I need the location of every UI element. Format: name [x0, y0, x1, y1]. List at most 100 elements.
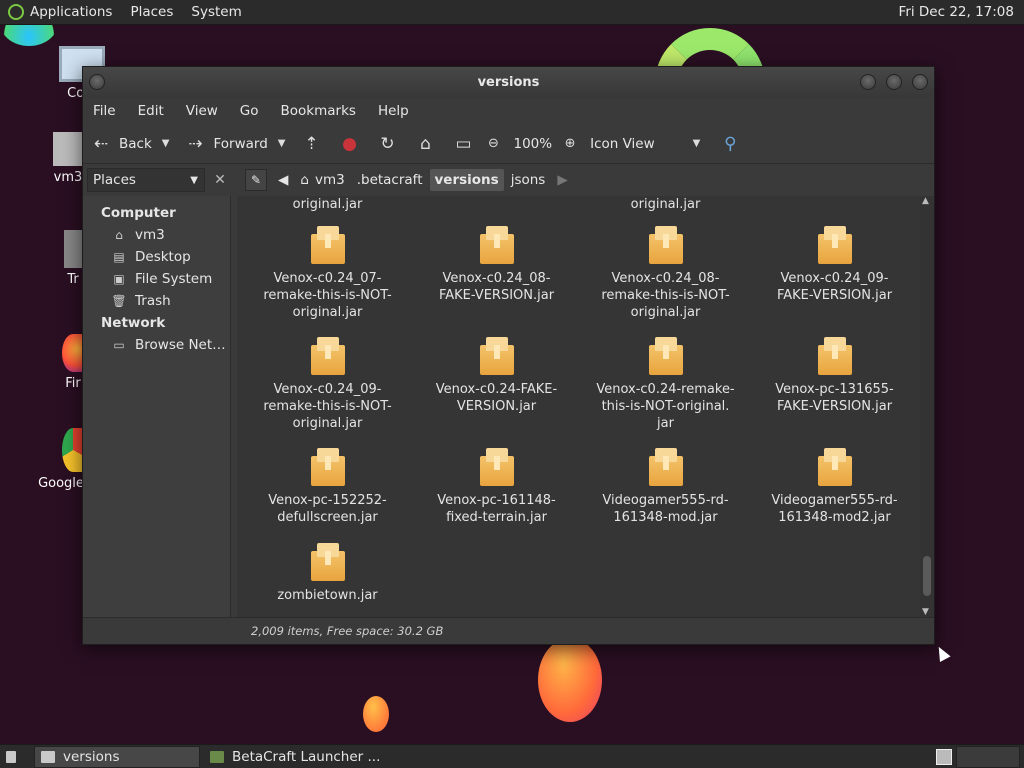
sidebar-type-select[interactable]: Places ▼ — [87, 168, 205, 192]
trash-applet-icon[interactable] — [936, 748, 952, 765]
maximize-icon[interactable] — [886, 74, 902, 90]
breadcrumb-scroll-right-icon[interactable]: ▶ — [552, 169, 572, 191]
close-sidebar-icon[interactable]: ✕ — [209, 172, 231, 188]
file-item[interactable]: Venox-pc-161148- fixed-terrain.jar — [412, 448, 581, 526]
file-item[interactable]: Venox-c0.24_09- remake-this-is-NOT-origin… — [243, 337, 412, 432]
zoom-out-button[interactable]: ⊖ — [483, 134, 503, 154]
system-menu[interactable]: System — [191, 4, 241, 20]
distro-logo-icon[interactable] — [8, 4, 24, 20]
breadcrumb-jsons[interactable]: jsons — [506, 169, 551, 191]
menu-view[interactable]: View — [186, 103, 218, 119]
vertical-scrollbar[interactable]: ▲ ▼ — [920, 196, 934, 617]
menu-edit[interactable]: Edit — [138, 103, 164, 119]
file-item[interactable]: Venox-pc-131655- FAKE-VERSION.jar — [750, 337, 919, 415]
folder-icon — [41, 750, 55, 763]
search-button[interactable]: ⚲ — [720, 134, 740, 154]
workspace-switcher[interactable] — [956, 745, 1020, 768]
scroll-up-icon[interactable]: ▲ — [922, 196, 929, 206]
window-menu-icon[interactable] — [89, 74, 105, 90]
file-label-line: zombietown.jar — [277, 588, 378, 603]
file-item[interactable]: Venox-c0.24_08- FAKE-VERSION.jar — [412, 226, 581, 304]
close-icon[interactable] — [912, 74, 928, 90]
zoom-in-button[interactable]: ⊕ — [560, 134, 580, 154]
minimize-icon[interactable] — [860, 74, 876, 90]
forward-label: Forward — [213, 135, 268, 152]
sidebar-item-label: File System — [135, 271, 213, 287]
home-button[interactable]: ⌂ — [415, 134, 435, 154]
breadcrumb-scroll-left-icon[interactable]: ◀ — [273, 169, 293, 191]
jar-archive-icon — [310, 226, 345, 264]
window-titlebar[interactable]: versions — [83, 67, 934, 97]
scrollbar-thumb[interactable] — [923, 556, 931, 596]
desktop-icon-label: Google — [38, 476, 84, 491]
back-button[interactable]: ⇠ Back ▼ — [91, 134, 170, 154]
desktop-icon-trash[interactable]: Tr — [62, 230, 84, 287]
menu-help[interactable]: Help — [378, 103, 409, 119]
jar-archive-icon — [817, 337, 852, 375]
status-bar: 2,009 items, Free space: 30.2 GB — [83, 617, 934, 643]
show-desktop-button[interactable] — [0, 746, 30, 768]
sidebar-item-browse-network[interactable]: ▭ Browse Net… — [83, 334, 230, 356]
jar-archive-icon — [310, 543, 345, 581]
sidebar-item-label: vm3 — [135, 227, 165, 243]
stop-button[interactable]: ● — [339, 134, 359, 154]
file-item[interactable]: Venox-c0.24_08- remake-this-is-NOT-origin… — [581, 226, 750, 321]
home-folder-icon: ⌂ — [115, 228, 123, 242]
applications-menu[interactable]: Applications — [30, 4, 112, 20]
places-menu[interactable]: Places — [130, 4, 173, 20]
back-label: Back — [119, 135, 152, 152]
sidebar-item-vm3[interactable]: ⌂ vm3 — [83, 224, 230, 246]
file-item[interactable]: Videogamer555-rd- 161348-mod.jar — [581, 448, 750, 526]
forward-button[interactable]: ⇢ Forward ▼ — [185, 134, 285, 154]
view-mode-select[interactable]: Icon View ▼ — [590, 136, 700, 152]
menu-bookmarks[interactable]: Bookmarks — [281, 103, 356, 119]
jar-archive-icon — [648, 226, 683, 264]
breadcrumb-betacraft[interactable]: .betacraft — [352, 169, 428, 191]
panel-clock[interactable]: Fri Dec 22, 17:08 — [899, 4, 1014, 20]
taskbar-item-versions[interactable]: versions — [34, 745, 200, 768]
file-label-line: original.jar — [630, 305, 701, 320]
breadcrumb-vm3[interactable]: ⌂ vm3 — [295, 169, 349, 191]
scroll-down-icon[interactable]: ▼ — [922, 607, 929, 617]
mouse-cursor-icon — [933, 644, 951, 662]
sidebar-item-file-system[interactable]: ▣ File System — [83, 268, 230, 290]
file-label-line: Venox-c0.24_09- — [273, 382, 382, 397]
computer-icon: ▭ — [455, 133, 472, 154]
desktop-icon-chrome[interactable]: Google — [38, 428, 84, 491]
file-label-line: Venox-c0.24_07- — [273, 271, 382, 286]
desktop-icon-firefox[interactable]: Fir — [62, 334, 84, 391]
menu-go[interactable]: Go — [240, 103, 259, 119]
betacraft-app-icon — [210, 750, 224, 763]
file-label-line: Videogamer555-rd- — [602, 493, 729, 508]
file-item[interactable]: Venox-c0.24-FAKE- VERSION.jar — [412, 337, 581, 415]
back-history-dropdown-icon[interactable]: ▼ — [162, 138, 170, 149]
menu-file[interactable]: File — [93, 103, 116, 119]
file-item[interactable]: Venox-c0.24-remake-this-is-NOT-original.… — [581, 337, 750, 432]
file-item[interactable]: Videogamer555-rd- 161348-mod2.jar — [750, 448, 919, 526]
desktop-icon — [6, 750, 16, 763]
file-label-line: Venox-c0.24-remake- — [596, 382, 735, 397]
file-label-line: Venox-c0.24_09- — [780, 271, 889, 286]
top-panel: Applications Places System Fri Dec 22, 1… — [0, 0, 1024, 25]
reload-button[interactable]: ↻ — [377, 134, 397, 154]
file-item[interactable]: Venox-c0.24_07- remake-this-is-NOT-origin… — [243, 226, 412, 321]
computer-button[interactable]: ▭ — [453, 134, 473, 154]
forward-history-dropdown-icon[interactable]: ▼ — [278, 138, 286, 149]
file-item-partial[interactable]: original.jar — [581, 196, 750, 213]
file-icon-view[interactable]: original.jar original.jar Venox-c0.24_07- r… — [237, 196, 934, 617]
file-item-partial[interactable]: original.jar — [243, 196, 412, 213]
up-button[interactable]: ⇡ — [301, 134, 321, 154]
forward-arrow-icon: ⇢ — [188, 133, 203, 154]
file-item[interactable]: zombietown.jar — [243, 543, 412, 604]
breadcrumb-versions[interactable]: versions — [429, 169, 504, 191]
toggle-location-entry-icon[interactable]: ✎ — [245, 169, 267, 191]
file-item[interactable]: Venox-pc-152252- defullscreen.jar — [243, 448, 412, 526]
file-label-line: original.jar — [292, 416, 363, 431]
sidebar-heading-network: Network — [101, 315, 166, 331]
taskbar-item-betacraft[interactable]: BetaCraft Launcher ... — [204, 746, 386, 768]
file-item[interactable]: Venox-c0.24_09- FAKE-VERSION.jar — [750, 226, 919, 304]
search-icon: ⚲ — [724, 133, 737, 154]
sidebar-item-trash[interactable]: 🗑 Trash — [83, 290, 230, 312]
sidebar-item-desktop[interactable]: ▤ Desktop — [83, 246, 230, 268]
file-label-line: Venox-pc-131655- — [775, 382, 894, 397]
